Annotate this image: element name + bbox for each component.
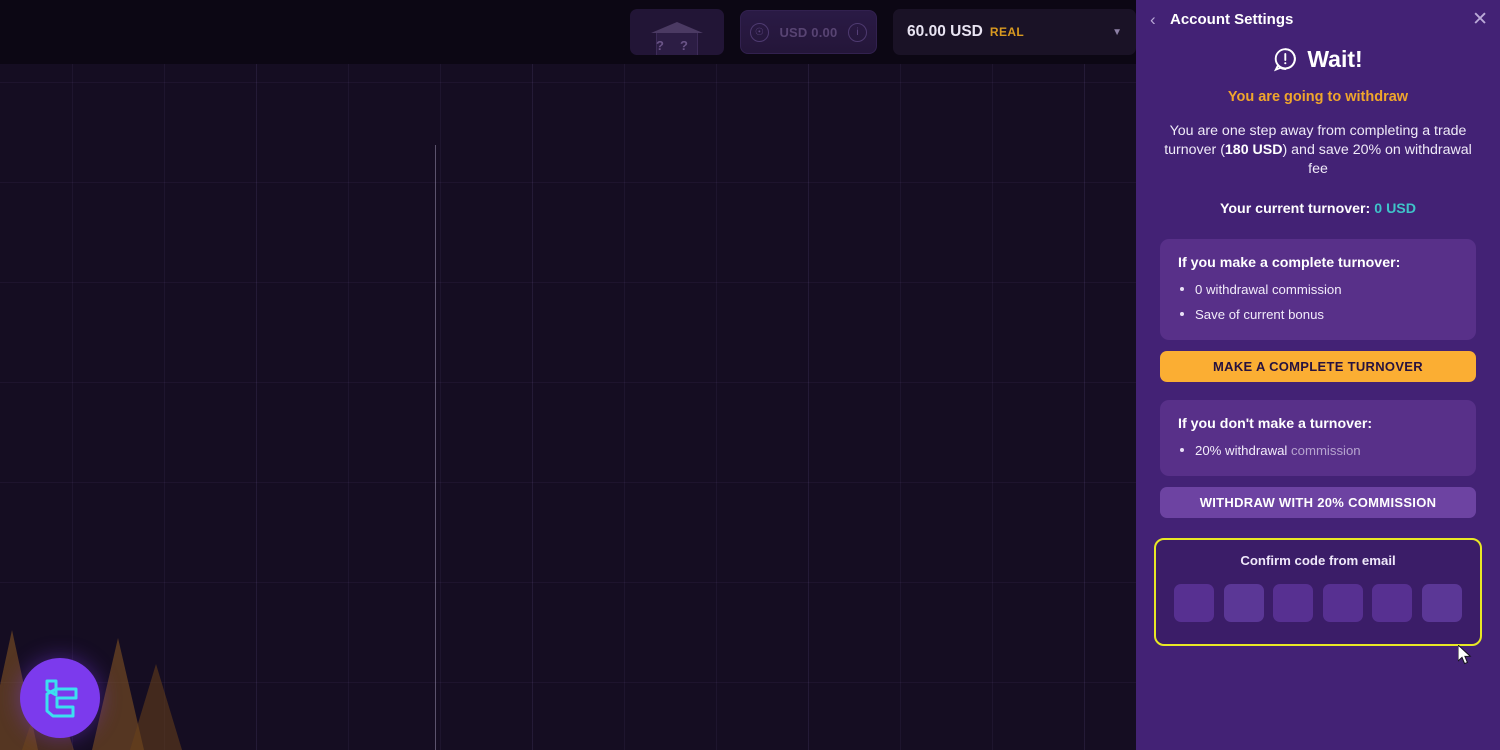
confirm-code-inputs: [1170, 584, 1466, 622]
complete-turnover-benefits: 0 withdrawal commission Save of current …: [1178, 282, 1458, 322]
chevron-down-icon[interactable]: ▼: [1112, 27, 1122, 38]
panel-title: Account Settings: [1170, 11, 1294, 28]
code-digit-6[interactable]: [1421, 584, 1462, 622]
bonus-balance-widget[interactable]: ☉ USD 0.00 i: [739, 10, 878, 54]
no-turnover-consequences: 20% withdrawal commission: [1178, 443, 1458, 458]
current-turnover-label: Your current turnover:: [1219, 201, 1371, 217]
chart-peak: [130, 664, 182, 750]
code-digit-4[interactable]: [1322, 584, 1363, 622]
confirm-code-label: Confirm code from email: [1240, 553, 1396, 568]
app-root: ? ? ☉ USD 0.00 i 60.00 USD REAL ▼ ‹ Acco…: [0, 0, 1500, 750]
panel-body: Wait! You are going to withdraw You are …: [1136, 39, 1500, 750]
close-icon[interactable]: ✕: [1472, 10, 1488, 29]
no-turnover-action: WITHDRAW WITH 20% COMMISSION: [1160, 487, 1476, 518]
confirm-code-section: Confirm code from email: [1154, 538, 1482, 646]
commission-muted: commission: [1291, 443, 1361, 458]
current-turnover-row: Your current turnover: 0 USD: [1160, 201, 1476, 217]
chevron-left-icon[interactable]: ‹: [1150, 11, 1168, 28]
list-item: 20% withdrawal commission: [1178, 443, 1458, 458]
platform-logo[interactable]: [20, 658, 100, 738]
chart-grid-coarse: [0, 64, 1136, 750]
intro-amount: 180 USD: [1224, 142, 1283, 158]
no-turnover-card: If you don't make a turnover: 20% withdr…: [1160, 400, 1476, 476]
bonus-amount: USD 0.00: [779, 24, 838, 40]
chart-crosshair-vertical: [435, 145, 436, 750]
info-icon[interactable]: i: [848, 22, 868, 42]
mystery-box-question-left: ?: [656, 38, 664, 53]
panel-heading: Wait!: [1307, 46, 1363, 72]
wait-heading-row: Wait!: [1160, 46, 1476, 73]
complete-turnover-card: If you make a complete turnover: 0 withd…: [1160, 239, 1476, 340]
exclamation-bubble-icon: [1273, 47, 1298, 72]
balance-amount: 60.00 USD: [907, 23, 983, 40]
list-item: 0 withdrawal commission: [1178, 282, 1458, 297]
mystery-box-question-right: ?: [680, 38, 688, 53]
panel-intro-text: You are one step away from completing a …: [1160, 122, 1476, 179]
trading-chart-area[interactable]: [0, 0, 1136, 750]
make-complete-turnover-button[interactable]: MAKE A COMPLETE TURNOVER: [1160, 351, 1476, 382]
code-digit-5[interactable]: [1372, 584, 1413, 622]
complete-turnover-title: If you make a complete turnover:: [1178, 255, 1401, 271]
account-type-badge: REAL: [989, 25, 1025, 39]
code-digit-2[interactable]: [1223, 584, 1264, 622]
commission-strong: 20% withdrawal: [1195, 443, 1288, 458]
withdraw-with-commission-button[interactable]: WITHDRAW WITH 20% COMMISSION: [1160, 487, 1476, 518]
panel-header: ‹ Account Settings ✕: [1136, 0, 1500, 39]
no-turnover-title: If you don't make a turnover:: [1178, 416, 1373, 432]
complete-turnover-action: MAKE A COMPLETE TURNOVER: [1160, 351, 1476, 382]
code-digit-1[interactable]: [1174, 584, 1214, 622]
code-digit-3[interactable]: [1273, 584, 1314, 622]
bonus-coin-icon: ☉: [749, 22, 769, 42]
intro-part-2: ) and save 20% on withdrawal fee: [1282, 142, 1472, 177]
mystery-box-button[interactable]: ? ?: [630, 9, 724, 55]
account-balance-selector[interactable]: 60.00 USD REAL ▼: [893, 9, 1136, 55]
current-turnover-value: 0 USD: [1374, 201, 1417, 217]
account-settings-panel: ‹ Account Settings ✕ Wait! You are going…: [1136, 0, 1500, 750]
panel-subheading: You are going to withdraw: [1227, 89, 1409, 105]
top-bar: ? ? ☉ USD 0.00 i 60.00 USD REAL ▼: [0, 0, 1136, 64]
list-item: Save of current bonus: [1178, 307, 1458, 322]
